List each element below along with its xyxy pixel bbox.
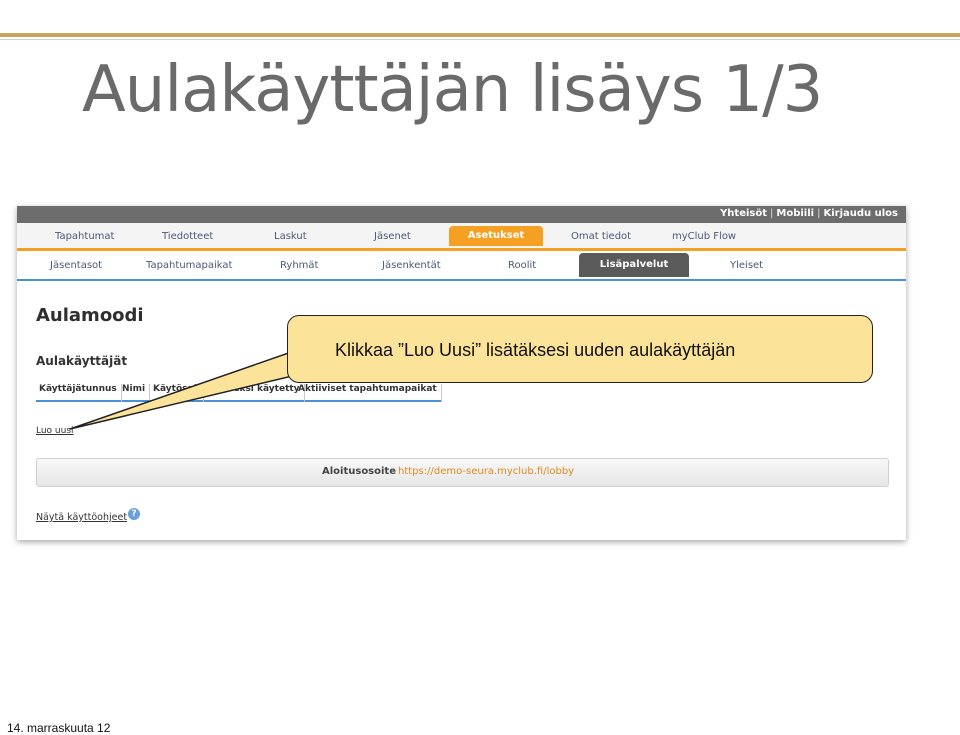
col-aktiiviset[interactable]: Aktiiviset tapahtumapaikat [298, 384, 442, 402]
link-yhteisot[interactable]: Yhteisöt [720, 208, 767, 219]
link-mobiili[interactable]: Mobiili [776, 208, 814, 219]
nav-omat-tiedot[interactable]: Omat tiedot [571, 231, 631, 242]
start-url-link[interactable]: https://demo-seura.myclub.fi/lobby [398, 466, 574, 477]
col-kaytossa[interactable]: Käytössä [153, 384, 204, 402]
top-links: Yhteisöt | Mobiili | Kirjaudu ulos [720, 208, 898, 219]
main-nav: Tapahtumat Tiedotteet Laskut Jäsenet Ase… [17, 223, 906, 251]
subnav-jasentasot[interactable]: Jäsentasot [50, 260, 102, 271]
slide-top-rule [0, 33, 960, 37]
nav-jasenet[interactable]: Jäsenet [374, 231, 411, 242]
help-link[interactable]: Näytä käyttöohjeet [36, 512, 127, 523]
slide-footer-date: 14. marraskuuta 12 [7, 721, 111, 735]
subnav-roolit[interactable]: Roolit [508, 260, 536, 271]
link-logout[interactable]: Kirjaudu ulos [823, 208, 898, 219]
slide-top-rule-thin [0, 39, 960, 40]
subnav-yleiset[interactable]: Yleiset [730, 260, 763, 271]
callout-text: Klikkaa ”Luo Uusi” lisätäksesi uuden aul… [335, 340, 736, 360]
start-url-label: Aloitusosoite [322, 466, 396, 477]
nav-tiedotteet[interactable]: Tiedotteet [162, 231, 213, 242]
users-table-header: Käyttäjätunnus Nimi Käytössä Viimeksi kä… [36, 380, 442, 402]
nav-myclub-flow[interactable]: myClub Flow [672, 231, 736, 242]
sub-nav: Jäsentasot Tapahtumapaikat Ryhmät Jäsenk… [17, 251, 906, 281]
question-mark-icon[interactable]: ? [128, 508, 140, 520]
section-title: Aulakäyttäjät [36, 354, 128, 368]
nav-laskut[interactable]: Laskut [274, 231, 307, 242]
col-kayttajatunnus[interactable]: Käyttäjätunnus [39, 384, 122, 402]
nav-asetukset[interactable]: Asetukset [449, 226, 543, 246]
subnav-ryhmat[interactable]: Ryhmät [280, 260, 318, 271]
nav-tapahtumat[interactable]: Tapahtumat [55, 231, 114, 242]
subnav-tapahtumapaikat[interactable]: Tapahtumapaikat [146, 260, 232, 271]
page-title: Aulamoodi [36, 305, 144, 326]
top-bar: Yhteisöt | Mobiili | Kirjaudu ulos [17, 206, 906, 223]
subnav-jasenkentat[interactable]: Jäsenkentät [382, 260, 441, 271]
start-url-bar: Aloitusosoite https://demo-seura.myclub.… [36, 458, 889, 487]
col-nimi[interactable]: Nimi [122, 384, 151, 402]
slide-title: Aulakäyttäjän lisäys 1/3 [82, 53, 823, 127]
create-new-link[interactable]: Luo uusi [36, 426, 74, 436]
subnav-lisapalvelut[interactable]: Lisäpalvelut [579, 253, 689, 277]
col-viimeksi-kaytetty[interactable]: Viimeksi käytetty [211, 384, 305, 402]
